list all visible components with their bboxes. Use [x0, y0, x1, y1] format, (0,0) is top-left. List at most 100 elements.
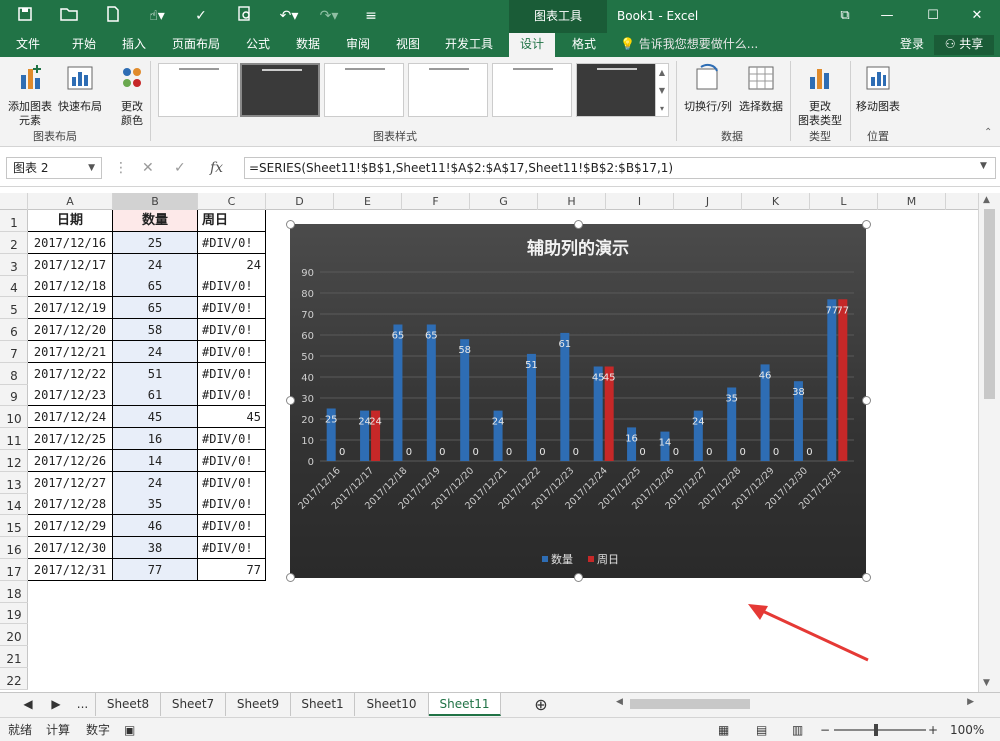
zoom-slider[interactable] — [834, 729, 926, 731]
date-cell[interactable]: 2017/12/27 — [28, 471, 113, 494]
qty-cell[interactable]: 24 — [113, 340, 198, 363]
ribbon-display-options-icon[interactable]: ⧉ — [822, 0, 868, 33]
date-cell[interactable]: 2017/12/29 — [28, 515, 113, 538]
expand-formula-icon[interactable]: ▼ — [980, 161, 987, 171]
row-header[interactable]: 19 — [0, 602, 28, 625]
change-colors-button[interactable]: 更改 颜色 — [108, 63, 156, 128]
sheet-tab[interactable]: Sheet1 — [291, 693, 355, 716]
normal-view-icon[interactable]: ▦ — [718, 718, 729, 741]
add-chart-element-button[interactable]: 添加图表 元素 — [4, 63, 56, 128]
sunday-cell[interactable]: #DIV/0! — [198, 231, 266, 254]
date-cell[interactable]: 2017/12/21 — [28, 340, 113, 363]
date-cell[interactable]: 2017/12/28 — [28, 493, 113, 516]
date-cell[interactable]: 2017/12/30 — [28, 537, 113, 559]
sheet-tab[interactable]: Sheet8 — [96, 693, 161, 716]
sunday-cell[interactable]: 77 — [198, 558, 266, 581]
date-cell[interactable]: 2017/12/25 — [28, 428, 113, 450]
tab-design[interactable]: 设计 — [509, 33, 555, 57]
sunday-cell[interactable]: #DIV/0! — [198, 515, 266, 538]
redo-icon[interactable]: ↷▾ — [318, 6, 340, 26]
column-header[interactable]: E — [334, 193, 402, 210]
row-header[interactable]: 1 — [0, 210, 28, 232]
page-layout-view-icon[interactable]: ▤ — [756, 718, 767, 741]
date-cell[interactable]: 2017/12/23 — [28, 384, 113, 407]
tab-home[interactable]: 开始 — [60, 33, 108, 57]
date-cell[interactable]: 2017/12/24 — [28, 406, 113, 429]
row-header[interactable]: 12 — [0, 450, 28, 472]
sunday-cell[interactable]: #DIV/0! — [198, 340, 266, 363]
row-header[interactable]: 17 — [0, 559, 28, 581]
tab-review[interactable]: 审阅 — [336, 33, 380, 57]
chart-style-4[interactable] — [408, 63, 488, 117]
chart-style-3[interactable] — [324, 63, 404, 117]
row-header[interactable]: 18 — [0, 581, 28, 603]
column-header[interactable]: C — [198, 193, 266, 210]
column-header[interactable]: F — [402, 193, 470, 210]
select-all-corner[interactable] — [0, 193, 28, 210]
scroll-right-icon[interactable]: ▶ — [46, 693, 66, 716]
column-header[interactable]: K — [742, 193, 810, 210]
date-cell[interactable]: 2017/12/17 — [28, 253, 113, 276]
select-data-button[interactable]: 选择数据 — [736, 63, 786, 114]
column-header[interactable]: H — [538, 193, 606, 210]
tab-developer[interactable]: 开发工具 — [436, 33, 502, 57]
qty-cell[interactable]: 45 — [113, 406, 198, 429]
header-cell-sunday[interactable]: 周日 — [198, 210, 266, 232]
save-icon[interactable] — [14, 6, 36, 26]
row-header[interactable]: 20 — [0, 624, 28, 647]
undo-icon[interactable]: ↶▾ — [278, 6, 300, 26]
macro-record-icon[interactable]: ▣ — [124, 718, 135, 741]
column-header[interactable]: D — [266, 193, 334, 210]
sunday-cell[interactable]: #DIV/0! — [198, 384, 266, 407]
insert-function-icon[interactable]: fx — [210, 157, 223, 179]
sunday-cell[interactable]: #DIV/0! — [198, 493, 266, 516]
resize-handle[interactable] — [286, 573, 295, 582]
date-cell[interactable]: 2017/12/20 — [28, 319, 113, 341]
sunday-cell[interactable]: #DIV/0! — [198, 319, 266, 341]
sheet-tab[interactable]: Sheet7 — [161, 693, 226, 716]
resize-handle[interactable] — [574, 573, 583, 582]
qty-cell[interactable]: 38 — [113, 537, 198, 559]
qty-cell[interactable]: 61 — [113, 384, 198, 407]
row-header[interactable]: 16 — [0, 537, 28, 559]
qty-cell[interactable]: 25 — [113, 231, 198, 254]
styles-gallery-scroll[interactable]: ▲ ▼ ▾ — [655, 63, 669, 117]
sunday-cell[interactable]: #DIV/0! — [198, 362, 266, 385]
qty-cell[interactable]: 51 — [113, 362, 198, 385]
chart-style-2[interactable] — [240, 63, 320, 117]
collapse-ribbon-icon[interactable]: ⌃ — [984, 127, 992, 138]
row-header[interactable]: 13 — [0, 472, 28, 494]
resize-handle[interactable] — [286, 396, 295, 405]
sheet-overflow[interactable]: ... — [70, 693, 96, 716]
tab-data[interactable]: 数据 — [286, 33, 330, 57]
row-header[interactable]: 7 — [0, 341, 28, 363]
column-header[interactable]: A — [28, 193, 113, 210]
row-header[interactable]: 5 — [0, 297, 28, 320]
column-header[interactable]: J — [674, 193, 742, 210]
qty-cell[interactable]: 24 — [113, 253, 198, 276]
chart-style-5[interactable] — [492, 63, 572, 117]
page-break-view-icon[interactable]: ▥ — [792, 718, 803, 741]
date-cell[interactable]: 2017/12/16 — [28, 231, 113, 254]
sunday-cell[interactable]: #DIV/0! — [198, 297, 266, 320]
zoom-in-icon[interactable]: + — [928, 718, 938, 741]
sheet-tab-active[interactable]: Sheet11 — [429, 693, 501, 716]
row-header[interactable]: 14 — [0, 493, 28, 516]
tab-format[interactable]: 格式 — [562, 33, 606, 57]
touch-mode-icon[interactable]: ☝▾ — [146, 6, 168, 26]
new-sheet-icon[interactable]: ⊕ — [530, 693, 552, 716]
column-header[interactable]: L — [810, 193, 878, 210]
chart-style-6[interactable] — [576, 63, 656, 117]
date-cell[interactable]: 2017/12/19 — [28, 297, 113, 320]
row-header[interactable]: 8 — [0, 363, 28, 385]
close-icon[interactable]: ✕ — [954, 0, 1000, 33]
open-folder-icon[interactable] — [58, 6, 80, 26]
horizontal-scrollbar[interactable]: ◀ ▶ — [612, 695, 978, 713]
zoom-level[interactable]: 100% — [950, 718, 984, 741]
resize-handle[interactable] — [574, 220, 583, 229]
header-cell-qty[interactable]: 数量 — [113, 210, 198, 232]
maximize-icon[interactable]: ☐ — [910, 0, 956, 33]
status-calculate[interactable]: 计算 — [46, 718, 70, 741]
row-header[interactable]: 11 — [0, 428, 28, 450]
row-header[interactable]: 9 — [0, 384, 28, 407]
